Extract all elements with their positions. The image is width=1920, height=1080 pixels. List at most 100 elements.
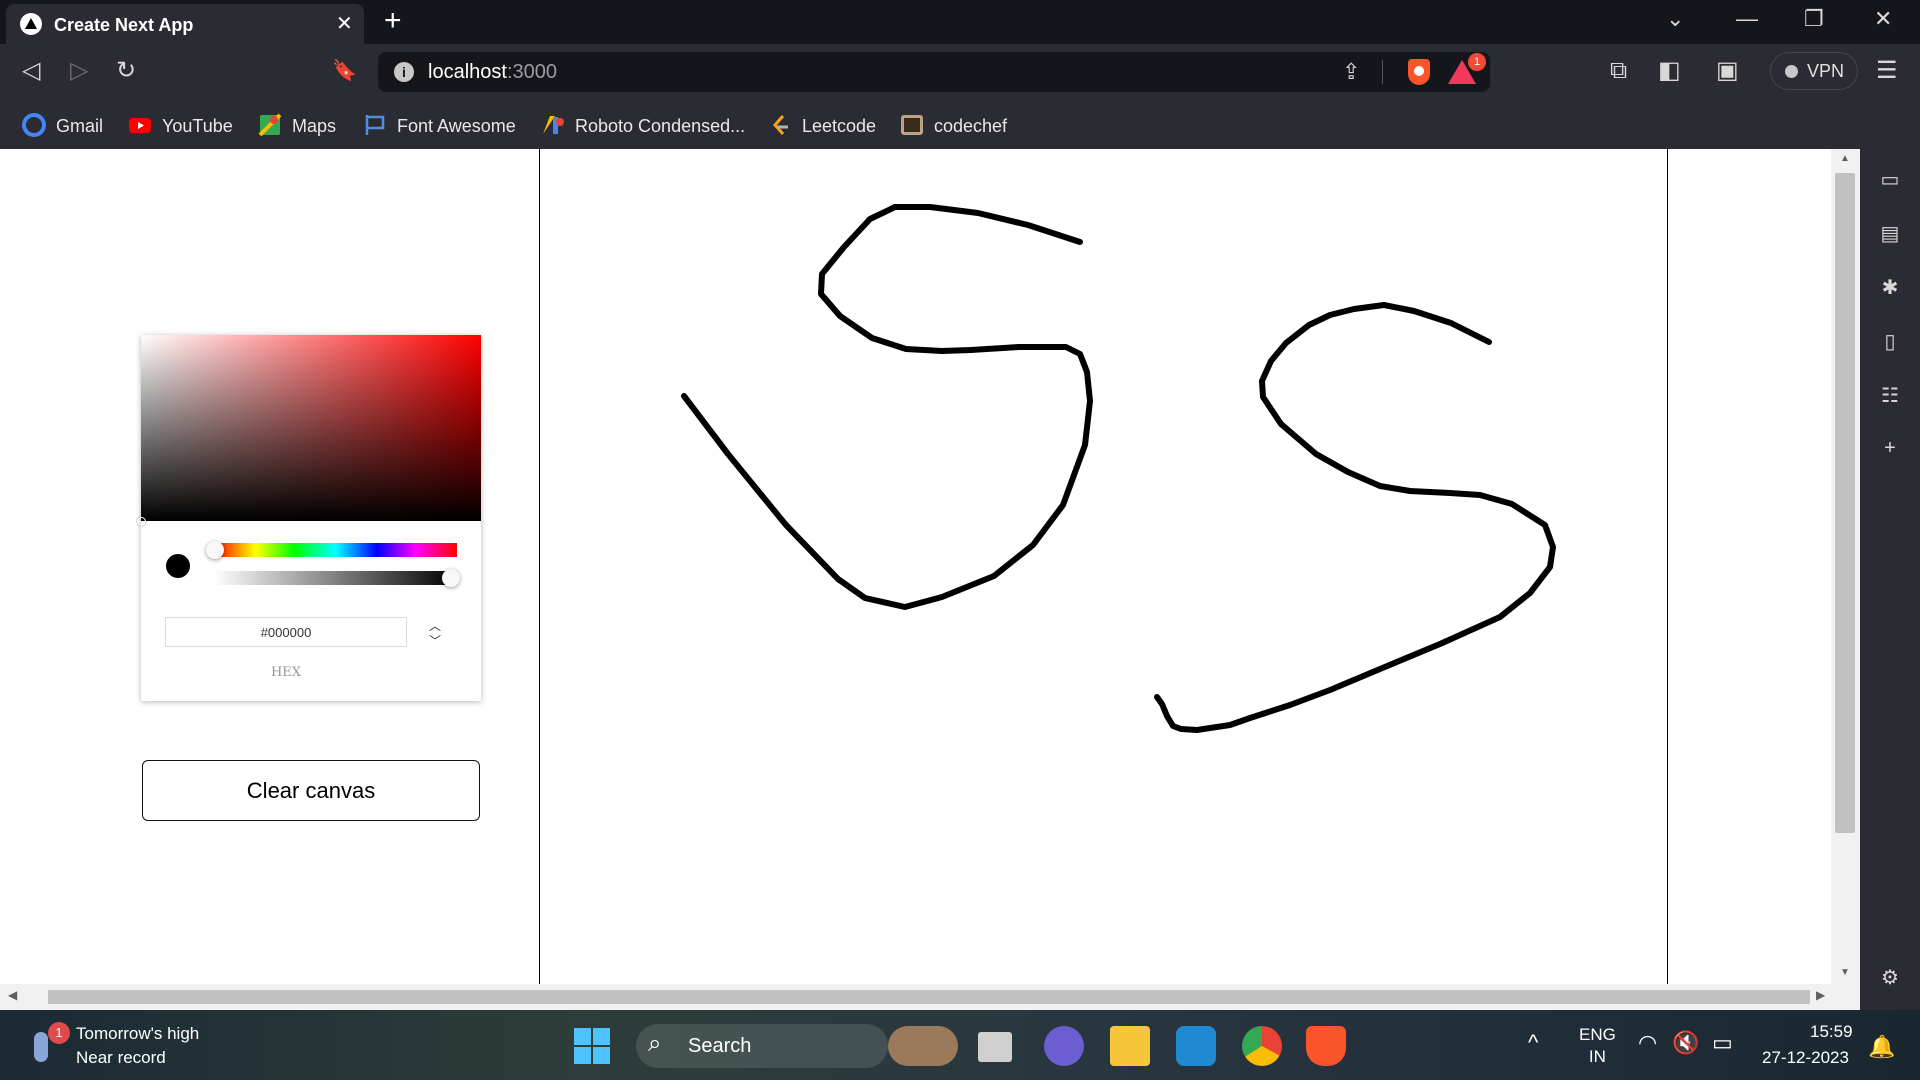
bookmark-label: Gmail — [56, 116, 104, 136]
horizontal-scrollbar[interactable]: ◀ ▶ — [0, 984, 1860, 1010]
tab-search-icon[interactable]: ⌄ — [1666, 6, 1684, 32]
site-info-icon[interactable]: i — [394, 62, 414, 82]
hue-slider-thumb[interactable] — [206, 541, 224, 559]
scroll-right-icon[interactable]: ▶ — [1816, 988, 1825, 1002]
show-hidden-icons[interactable]: ^ — [1528, 1030, 1538, 1056]
vertical-scrollbar-thumb[interactable] — [1835, 173, 1855, 833]
color-picker: HEX ︿ ﹀ — [137, 335, 481, 701]
back-button[interactable]: ◁ — [22, 58, 40, 84]
volume-muted-icon[interactable]: 🔇 — [1672, 1030, 1699, 1056]
format-toggle-icon[interactable]: ︿ ﹀ — [425, 619, 445, 655]
wallet-icon[interactable]: ▣ — [1716, 58, 1739, 84]
region-code: IN — [1588, 1047, 1606, 1066]
chevron-down-icon: ﹀ — [428, 634, 441, 648]
saturation-pointer[interactable] — [137, 517, 146, 526]
maps-icon — [258, 113, 282, 137]
clear-canvas-button[interactable]: Clear canvas — [142, 760, 480, 821]
video-icon[interactable]: ▭ — [1878, 167, 1902, 191]
weather-title[interactable]: Tomorrow's high — [76, 1024, 199, 1044]
leetcode-icon — [772, 115, 788, 135]
asterisk-icon[interactable]: ✱ — [1878, 275, 1902, 299]
url-text[interactable]: localhost:3000 — [428, 61, 557, 84]
chevron-up-icon: ︿ — [428, 619, 441, 633]
sidebar-toggle-icon[interactable]: ◧ — [1658, 58, 1681, 84]
bookmark-label: Maps — [292, 116, 337, 136]
brave-taskbar-icon[interactable] — [1306, 1026, 1346, 1066]
hex-input[interactable] — [165, 617, 407, 647]
clock-date[interactable]: 27-12-2023 — [1762, 1048, 1849, 1068]
plus-icon[interactable]: + — [1878, 437, 1902, 461]
rewards-badge: 1 — [1468, 53, 1486, 71]
notification-bell-icon[interactable]: 🔔 — [1868, 1034, 1895, 1060]
search-icon: ⌕ — [648, 1030, 662, 1057]
language-code: ENG — [1579, 1025, 1616, 1044]
vscode-icon[interactable] — [1176, 1026, 1216, 1066]
wallet-icon[interactable]: ▤ — [1878, 221, 1902, 245]
battery-icon[interactable]: ▭ — [1712, 1030, 1733, 1056]
share-icon[interactable]: ⇪ — [1342, 59, 1360, 85]
saturation-area[interactable] — [137, 335, 481, 526]
horizontal-scrollbar-thumb[interactable] — [48, 990, 1810, 1004]
color-swatch — [166, 554, 190, 578]
bookmark-label: codechef — [934, 116, 1008, 136]
bookmark-label: Font Awesome — [397, 116, 516, 136]
vpn-label: VPN — [1807, 61, 1845, 81]
drawing-canvas[interactable] — [539, 149, 1668, 984]
settings-icon[interactable]: ⚙ — [1878, 965, 1902, 989]
drawn-stroke-2 — [1154, 302, 1556, 733]
hue-slider[interactable] — [214, 543, 457, 557]
wifi-icon[interactable]: ◠ — [1638, 1030, 1657, 1056]
tab-close-icon[interactable]: ✕ — [336, 11, 353, 36]
thermometer-icon[interactable] — [34, 1032, 48, 1062]
search-label: Search — [688, 1035, 752, 1057]
reading-list-icon[interactable]: ☷ — [1878, 383, 1902, 407]
scroll-up-icon[interactable]: ▲ — [1840, 153, 1850, 164]
codechef-icon — [901, 115, 923, 135]
bookmark-page-icon[interactable]: 🔖 — [332, 58, 357, 84]
canvas-drawing[interactable] — [540, 149, 1666, 984]
hex-label: HEX — [270, 665, 302, 680]
windows-start-icon[interactable] — [574, 1028, 610, 1064]
teams-chat-icon[interactable] — [1044, 1026, 1084, 1066]
browser-sidebar: ▭ ▤ ✱ ▯ ☷ + ⚙ — [1860, 149, 1920, 1010]
tab-title: Create Next App — [54, 15, 194, 35]
close-window-button[interactable]: ✕ — [1874, 6, 1892, 32]
alpha-slider-thumb[interactable] — [442, 569, 460, 587]
menu-icon[interactable]: ☰ — [1876, 58, 1898, 84]
vpn-status-icon — [1785, 65, 1798, 78]
browser-toolbar: ◁ ▷ ↻ 🔖 i localhost:3000 ⇪ 1 ⧉ ◧ ▣ VPN ☰ — [0, 44, 1920, 100]
flag-icon — [365, 115, 385, 135]
vpn-button[interactable]: VPN — [1770, 52, 1858, 90]
forward-button[interactable]: ▷ — [70, 58, 88, 84]
url-host: localhost — [428, 61, 507, 83]
scroll-left-icon[interactable]: ◀ — [8, 988, 17, 1002]
language-indicator[interactable]: ENG IN — [1579, 1024, 1616, 1068]
scroll-down-icon[interactable]: ▼ — [1840, 967, 1850, 978]
copilot-app-icon[interactable] — [888, 1026, 958, 1066]
restore-button[interactable]: ❐ — [1804, 6, 1824, 32]
tab-bar: Create Next App ✕ + ⌄ — ❐ ✕ — [0, 0, 1920, 44]
youtube-icon — [129, 118, 151, 133]
google-fonts-icon — [543, 116, 564, 134]
minimize-button[interactable]: — — [1736, 6, 1758, 32]
bookmark-label: Leetcode — [802, 116, 877, 136]
address-bar[interactable]: i localhost:3000 ⇪ 1 — [378, 52, 1490, 92]
file-explorer-icon[interactable] — [1110, 1026, 1150, 1066]
clock-time[interactable]: 15:59 — [1810, 1022, 1853, 1042]
brave-shield-icon[interactable] — [1408, 59, 1430, 85]
nextjs-favicon-icon — [20, 13, 42, 35]
weather-subtitle[interactable]: Near record — [76, 1048, 166, 1068]
taskbar-search[interactable]: ⌕ Search — [636, 1024, 888, 1068]
extensions-icon[interactable]: ⧉ — [1610, 58, 1627, 84]
new-tab-button[interactable]: + — [384, 4, 402, 38]
reload-button[interactable]: ↻ — [116, 58, 136, 84]
address-divider — [1382, 60, 1383, 84]
task-view-icon[interactable] — [978, 1032, 1012, 1062]
tab-create-next-app[interactable]: Create Next App ✕ — [6, 4, 364, 44]
windows-taskbar: 1 Tomorrow's high Near record ⌕ Search ^… — [0, 1010, 1920, 1080]
bookmark-label: Roboto Condensed... — [575, 116, 746, 136]
alpha-slider[interactable] — [214, 571, 457, 585]
vertical-scrollbar[interactable]: ▲ ▼ — [1831, 149, 1860, 984]
bookmark-icon[interactable]: ▯ — [1878, 329, 1902, 353]
chrome-icon[interactable] — [1242, 1026, 1282, 1066]
